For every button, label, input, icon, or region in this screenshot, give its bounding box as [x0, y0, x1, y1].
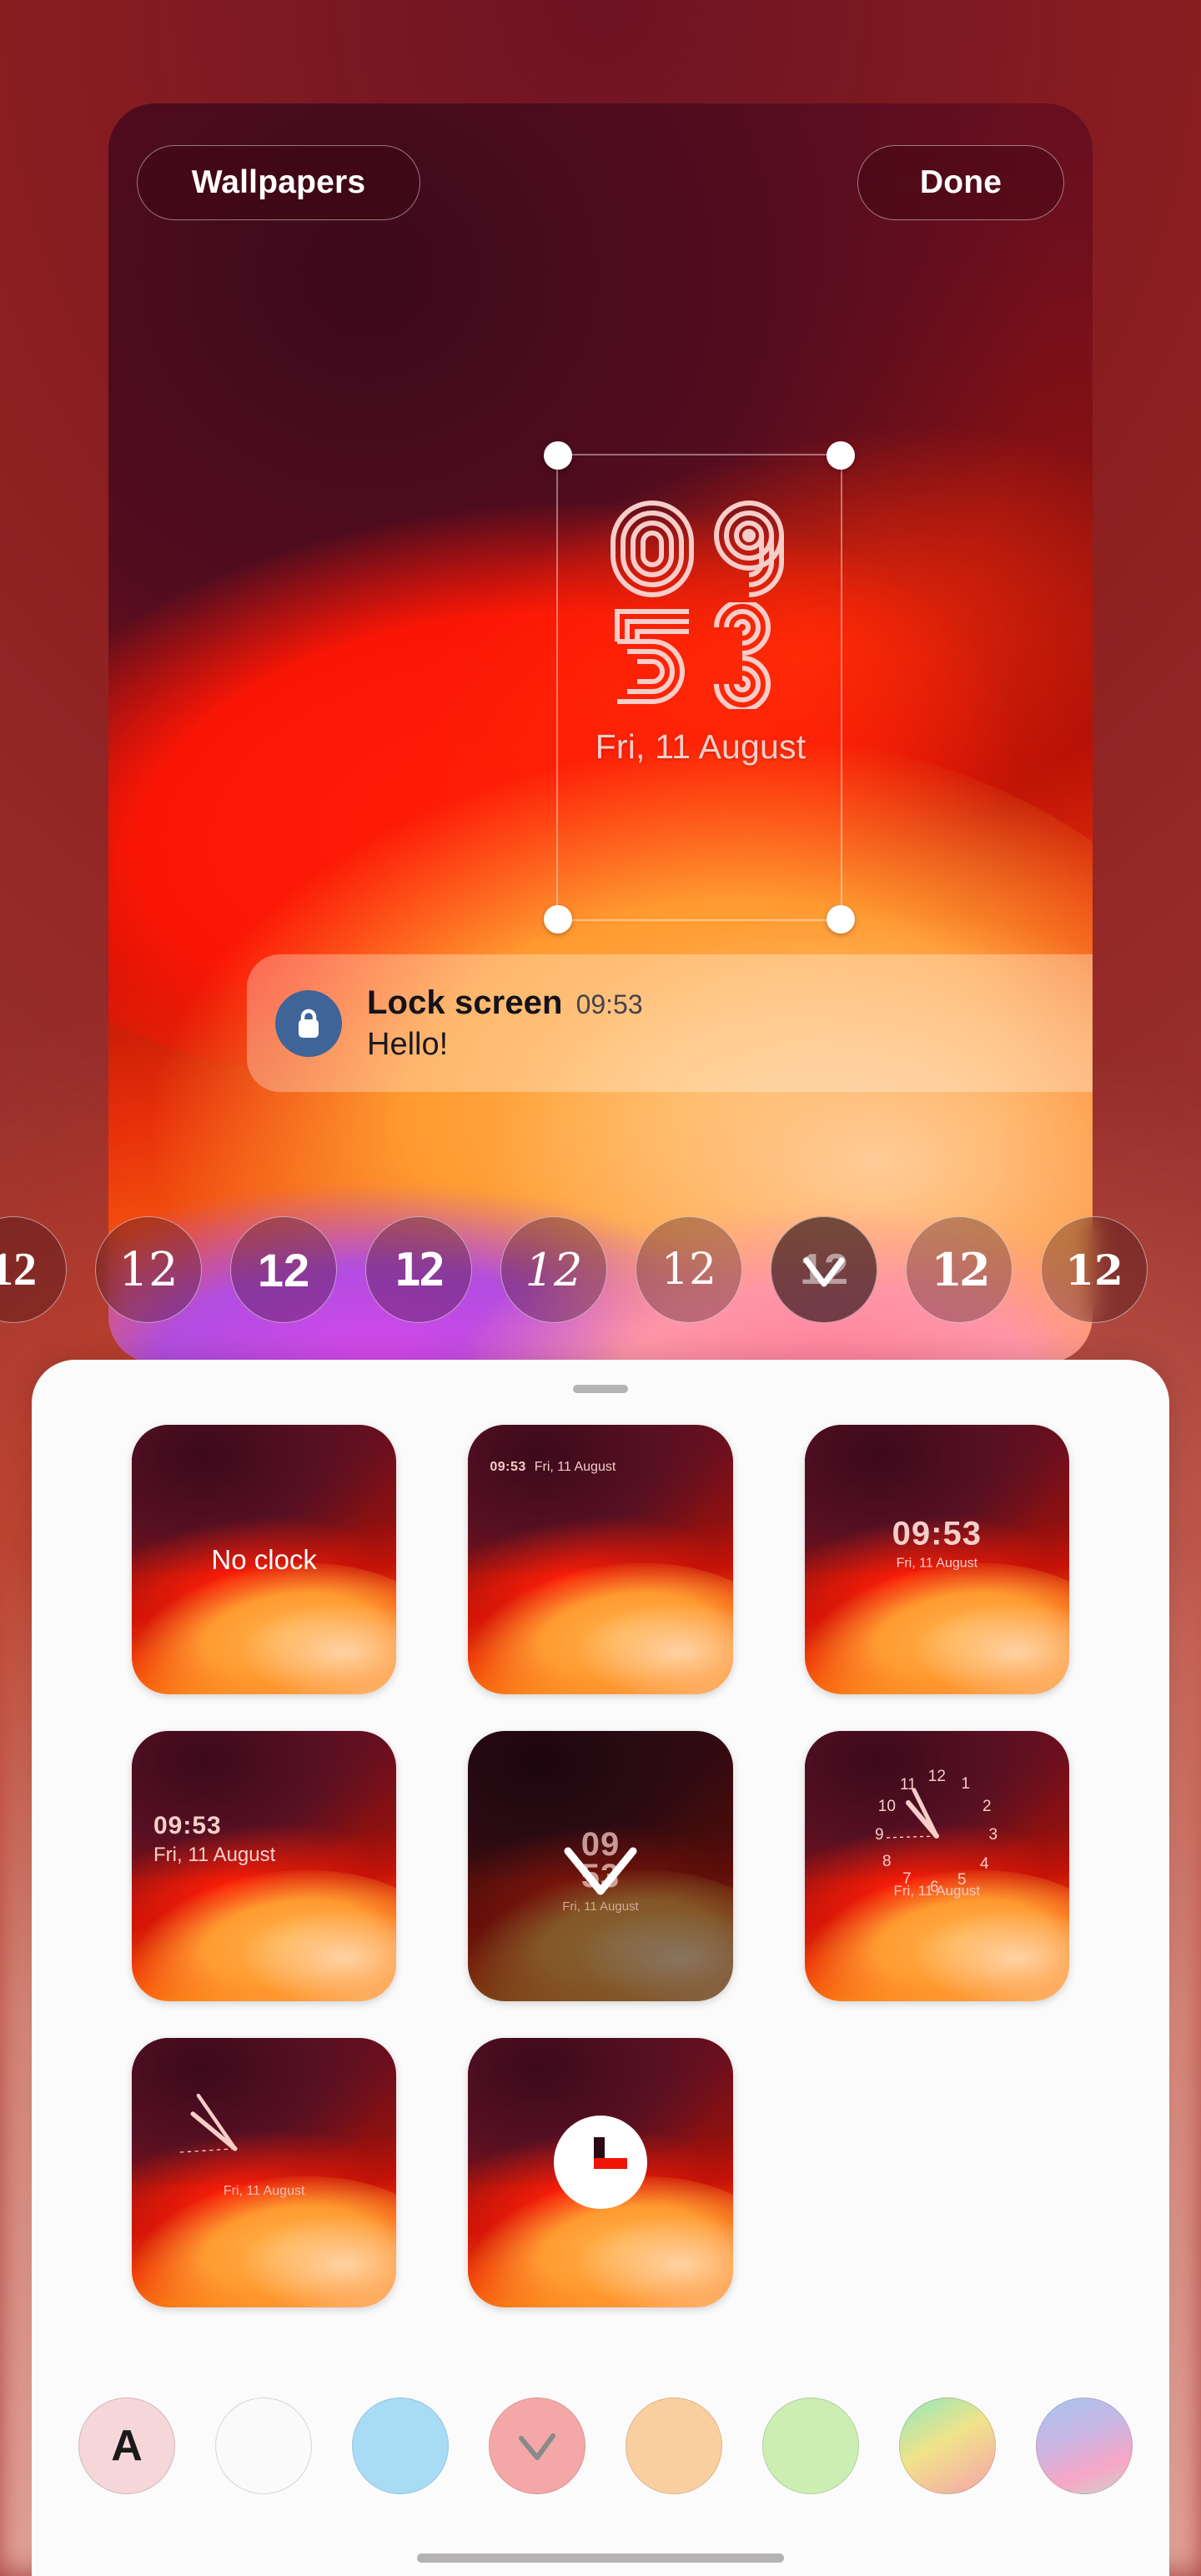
font-chip-1[interactable]: 12 [95, 1216, 202, 1323]
font-chip-4[interactable]: 12 [500, 1216, 607, 1323]
analog-hands [886, 1788, 940, 1839]
font-chip-5[interactable]: 12 [636, 1216, 742, 1323]
clock-style-top-inline[interactable]: 09:53 Fri, 11 August [468, 1425, 733, 1695]
color-swatch-blue-pink-gradient[interactable] [1036, 2397, 1133, 2494]
font-chip-label-5: 12 [661, 1245, 717, 1295]
clock-digit-9 [702, 496, 796, 602]
color-swatch-peach[interactable] [626, 2397, 722, 2494]
resize-handle-top-right[interactable] [827, 441, 855, 470]
thumb-date: Fri, 11 August [896, 1556, 978, 1571]
wallpapers-button[interactable]: Wallpapers [137, 145, 420, 220]
notification-header: Lock screen 09:53 [367, 984, 1093, 1022]
thumb-date: Fri, 11 August [153, 1843, 276, 1866]
clock-font-carousel[interactable]: 12 12 12 12 12 12 12 12 12 [0, 1211, 1201, 1328]
clock-digit-5 [606, 602, 699, 709]
clock-style-center-horizontal[interactable]: 09:53 Fri, 11 August [804, 1425, 1069, 1695]
color-swatch-white[interactable] [215, 2397, 312, 2494]
clock-style-grid: No clock 09:53 Fri, 11 August 09:53 Fri,… [32, 1425, 1169, 2308]
no-clock-label: No clock [211, 1543, 317, 1575]
color-swatch-auto[interactable]: A [78, 2397, 175, 2494]
clock-style-analog-numerals[interactable]: 12 1 2 3 4 5 6 7 8 9 10 11 Fri, 11 Augus… [804, 1731, 1069, 2001]
lock-screen-preview[interactable]: Wallpapers Done Fri, 11 August Lock scre… [108, 103, 1093, 1363]
check-icon [771, 1217, 877, 1322]
thumb-date: Fri, 11 August [534, 1460, 616, 1474]
clock-minutes-row [542, 602, 859, 709]
done-button-label: Done [919, 164, 1003, 200]
clock-style-no-clock[interactable]: No clock [132, 1425, 397, 1695]
font-chip-label-4: 12 [525, 1243, 583, 1296]
clock-style-stacked-selected[interactable]: 09 53 Fri, 11 August [468, 1731, 733, 2001]
font-chip-label-3: 12 [394, 1243, 445, 1296]
done-button[interactable]: Done [857, 145, 1064, 220]
sheet-grabber[interactable] [573, 1385, 628, 1393]
clock-style-left-aligned[interactable]: 09:53 Fri, 11 August [132, 1731, 397, 2001]
font-chip-0[interactable]: 12 [0, 1216, 67, 1323]
resize-handle-top-left[interactable] [544, 441, 572, 470]
font-chip-7[interactable]: 12 [906, 1216, 1013, 1323]
font-chip-label-2: 12 [257, 1243, 310, 1296]
lock-icon [275, 989, 342, 1057]
lock-screen-date: Fri, 11 August [595, 727, 807, 766]
notification-body: Hello! [367, 1026, 449, 1062]
wallpapers-button-label: Wallpapers [191, 164, 366, 200]
notification-text: Lock screen 09:53 Hello! [367, 984, 1093, 1063]
analog-minimal-hands [178, 2093, 238, 2153]
check-icon [468, 1731, 732, 2000]
font-chip-label-0: 12 [0, 1244, 37, 1296]
screen-root: Wallpapers Done Fri, 11 August Lock scre… [0, 0, 1201, 2576]
thumb-clock-center: 09:53 Fri, 11 August [805, 1516, 1069, 1572]
clock-style-analog-minimal[interactable]: Fri, 11 August [132, 2037, 397, 2308]
font-chip-label-1: 12 [118, 1242, 178, 1297]
resize-handle-bottom-right[interactable] [827, 905, 855, 933]
thumb-time: 09:53 [153, 1811, 222, 1839]
white-circle-clock-icon [553, 2115, 647, 2209]
clock-style-sheet: No clock 09:53 Fri, 11 August 09:53 Fri,… [32, 1360, 1169, 2576]
font-chip-3[interactable]: 12 [365, 1216, 472, 1323]
clock-color-picker[interactable]: A [32, 2397, 1169, 2494]
font-chip-label-7: 12 [931, 1243, 990, 1296]
color-swatch-multicolor[interactable] [899, 2397, 996, 2494]
clock-style-white-circle[interactable] [468, 2037, 733, 2308]
notification-card[interactable]: Lock screen 09:53 Hello! [247, 954, 1093, 1092]
font-chip-2[interactable]: 12 [230, 1216, 337, 1323]
clock-digit-0 [606, 496, 699, 602]
lock-screen-clock[interactable]: Fri, 11 August [542, 496, 859, 767]
home-indicator [417, 2553, 784, 2563]
resize-handle-bottom-left[interactable] [544, 905, 572, 933]
color-swatch-light-green[interactable] [762, 2397, 859, 2494]
color-swatch-letter: A [111, 2422, 143, 2470]
thumb-clock-inline: 09:53 Fri, 11 August [490, 1460, 721, 1475]
thumb-date: Fri, 11 August [223, 2183, 305, 2198]
font-chip-label-8: 12 [1065, 1245, 1123, 1295]
color-swatch-light-blue[interactable] [352, 2397, 449, 2494]
color-swatch-salmon-selected[interactable] [489, 2397, 585, 2494]
thumb-clock-left: 09:53 Fri, 11 August [153, 1812, 275, 1867]
font-chip-8[interactable]: 12 [1041, 1216, 1148, 1323]
notification-time: 09:53 [575, 989, 643, 1019]
analog-wrap: 12 1 2 3 4 5 6 7 8 9 10 11 [874, 1768, 999, 1897]
thumb-time: 09:53 [892, 1515, 982, 1552]
check-icon [519, 2433, 555, 2460]
clock-hours-row [542, 496, 859, 602]
analog-clock-face: 12 1 2 3 4 5 6 7 8 9 10 11 [805, 1768, 1069, 1897]
thumb-time: 09:53 [490, 1460, 526, 1474]
font-chip-6-selected[interactable]: 12 [771, 1216, 877, 1323]
thumb-date: Fri, 11 August [893, 1882, 981, 1899]
notification-title: Lock screen [367, 984, 563, 1021]
clock-digit-3 [702, 602, 796, 709]
